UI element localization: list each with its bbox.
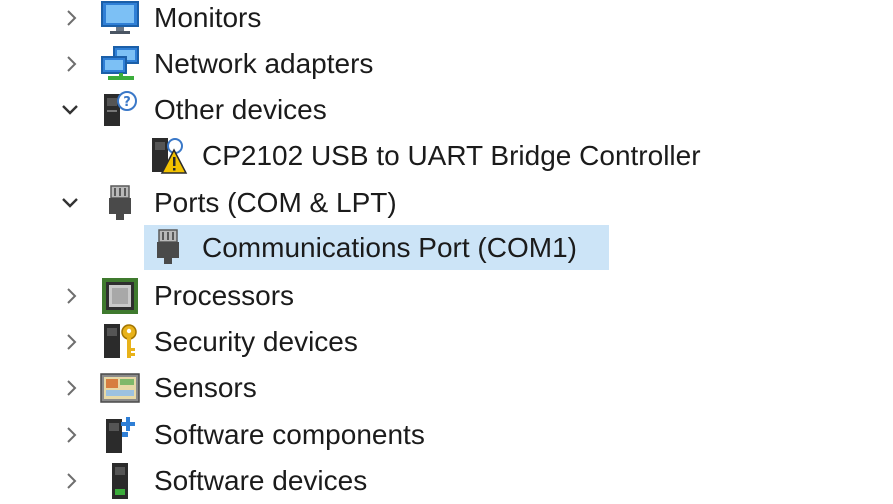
unknown-device-icon: ? [100,90,140,130]
tree-item-label: Sensors [154,372,257,403]
chevron-right-icon[interactable] [61,415,83,455]
tree-item-label: Monitors [154,2,262,33]
tree-item-label: Communications Port (COM1) [202,232,577,263]
tree-item-security-devices[interactable]: Security devices [58,322,458,362]
processor-icon [100,276,140,316]
tree-item-label: CP2102 USB to UART Bridge Controller [202,140,701,171]
port-icon [148,227,188,267]
tree-item-label: Network adapters [154,48,374,79]
monitor-icon [100,0,140,38]
tree-item-label: Processors [154,280,295,311]
tree-item-sensors[interactable]: Sensors [58,368,458,408]
device-tree: Monitors Network adapters ? Other device… [0,0,893,504]
tree-item-label: Software components [154,419,425,450]
tree-item-cp2102[interactable]: CP2102 USB to UART Bridge Controller [144,136,744,176]
tree-item-software-devices[interactable]: Software devices [58,461,458,501]
svg-text:?: ? [123,95,131,110]
chevron-right-icon[interactable] [61,276,83,316]
chevron-down-icon[interactable] [59,183,81,223]
tree-item-communications-port[interactable]: Communications Port (COM1) [144,225,609,270]
port-icon [100,183,140,223]
chevron-right-icon[interactable] [61,44,83,84]
software-device-icon [100,461,140,501]
tree-item-processors[interactable]: Processors [58,276,458,316]
tree-item-label: Ports (COM & LPT) [154,187,397,218]
tree-item-label: Software devices [154,465,368,496]
chevron-down-icon[interactable] [59,90,81,130]
tree-item-other-devices[interactable]: ? Other devices [58,90,458,130]
sensor-icon [100,368,140,408]
chevron-right-icon[interactable] [61,0,83,38]
security-key-icon [100,322,140,362]
tree-item-label: Other devices [154,94,327,125]
tree-item-software-components[interactable]: Software components [58,415,478,455]
network-adapter-icon [100,44,140,84]
chevron-right-icon[interactable] [61,461,83,501]
tree-item-label: Security devices [154,326,358,357]
tree-item-ports[interactable]: Ports (COM & LPT) [58,183,458,223]
software-component-icon [100,415,140,455]
chevron-right-icon[interactable] [61,368,83,408]
tree-item-monitors[interactable]: Monitors [58,0,458,38]
tree-item-network-adapters[interactable]: Network adapters [58,44,458,84]
warning-device-icon [148,136,188,176]
chevron-right-icon[interactable] [61,322,83,362]
